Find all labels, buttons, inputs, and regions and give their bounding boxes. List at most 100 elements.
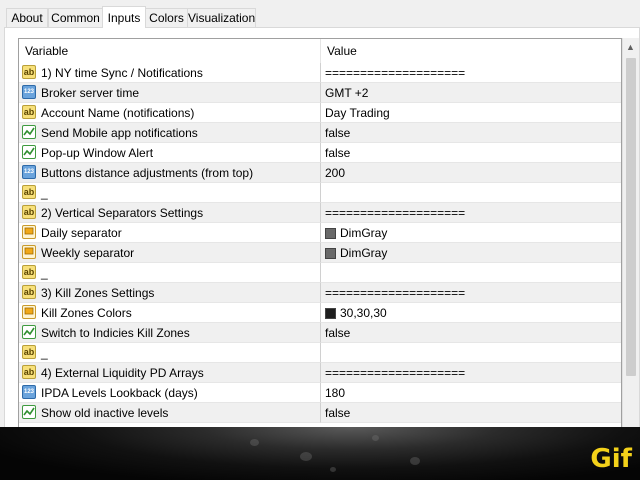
value-cell[interactable]: 180: [321, 383, 621, 403]
variable-cell[interactable]: Pop-up Window Alert: [19, 143, 321, 163]
value-cell[interactable]: ====================: [321, 363, 621, 383]
value-text: 30,30,30: [340, 306, 387, 320]
string-type-icon: ab: [22, 65, 36, 79]
table-row[interactable]: Kill Zones Colors 30,30,30: [19, 303, 621, 323]
table-row[interactable]: 123 Broker server time GMT +2: [19, 83, 621, 103]
header-variable[interactable]: Variable: [19, 39, 321, 63]
grid-header: Variable Value: [19, 39, 621, 63]
variable-cell[interactable]: Switch to Indicies Kill Zones: [19, 323, 321, 343]
value-cell[interactable]: [321, 263, 621, 283]
variable-label: Switch to Indicies Kill Zones: [41, 326, 190, 340]
value-cell[interactable]: 30,30,30: [321, 303, 621, 323]
number-type-icon: 123: [22, 85, 36, 99]
crater: [372, 435, 379, 441]
table-row[interactable]: Pop-up Window Alert false: [19, 143, 621, 163]
value-cell[interactable]: GMT +2: [321, 83, 621, 103]
crater: [300, 452, 312, 461]
table-row[interactable]: ab _: [19, 183, 621, 203]
vertical-scrollbar[interactable]: ▲: [622, 38, 639, 430]
value-cell[interactable]: DimGray: [321, 223, 621, 243]
value-cell[interactable]: false: [321, 143, 621, 163]
table-row[interactable]: ab 3) Kill Zones Settings ================…: [19, 283, 621, 303]
string-type-icon: ab: [22, 285, 36, 299]
tab-colors[interactable]: Colors: [145, 8, 188, 27]
variable-cell[interactable]: ab 3) Kill Zones Settings: [19, 283, 321, 303]
value-cell[interactable]: ====================: [321, 63, 621, 83]
table-row[interactable]: Send Mobile app notifications false: [19, 123, 621, 143]
value-text: 180: [325, 386, 346, 400]
scrollbar-thumb[interactable]: [626, 58, 636, 376]
tab-about[interactable]: About: [6, 8, 48, 27]
variable-label: Broker server time: [41, 86, 140, 100]
number-type-icon: 123: [22, 385, 36, 399]
variable-cell[interactable]: 123 Buttons distance adjustments (from to…: [19, 163, 321, 183]
table-row[interactable]: ab _: [19, 343, 621, 363]
variable-cell[interactable]: ab _: [19, 263, 321, 283]
variable-cell[interactable]: 123 IPDA Levels Lookback (days): [19, 383, 321, 403]
boolean-type-icon: [22, 325, 36, 339]
variable-label: _: [41, 346, 48, 360]
color-type-icon: [22, 225, 36, 239]
variable-cell[interactable]: ab _: [19, 343, 321, 363]
table-row[interactable]: Switch to Indicies Kill Zones false: [19, 323, 621, 343]
inputs-grid: Variable Value ab 1) NY time Sync / Notif…: [18, 38, 622, 430]
variable-label: Weekly separator: [41, 246, 135, 260]
variable-label: 2) Vertical Separators Settings: [41, 206, 204, 220]
table-row[interactable]: ab _: [19, 263, 621, 283]
value-text: ====================: [325, 286, 466, 300]
variable-cell[interactable]: Daily separator: [19, 223, 321, 243]
tab-inputs[interactable]: Inputs: [102, 6, 146, 28]
table-row[interactable]: Weekly separator DimGray: [19, 243, 621, 263]
table-row[interactable]: Daily separator DimGray: [19, 223, 621, 243]
value-cell[interactable]: DimGray: [321, 243, 621, 263]
variable-cell[interactable]: Show old inactive levels: [19, 403, 321, 423]
table-row[interactable]: ab Account Name (notifications) Day Tradin…: [19, 103, 621, 123]
value-cell[interactable]: ====================: [321, 283, 621, 303]
string-type-icon: ab: [22, 205, 36, 219]
variable-cell[interactable]: ab _: [19, 183, 321, 203]
variable-label: Daily separator: [41, 226, 122, 240]
variable-label: _: [41, 266, 48, 280]
scroll-up-arrow-icon[interactable]: ▲: [626, 42, 635, 52]
variable-cell[interactable]: 123 Broker server time: [19, 83, 321, 103]
value-text: false: [325, 406, 351, 420]
tab-common[interactable]: Common: [48, 8, 103, 27]
string-type-icon: ab: [22, 265, 36, 279]
variable-cell[interactable]: Weekly separator: [19, 243, 321, 263]
variable-label: Buttons distance adjustments (from top): [41, 166, 254, 180]
table-row[interactable]: Show old inactive levels false: [19, 403, 621, 423]
table-row[interactable]: ab 4) External Liquidity PD Arrays =======…: [19, 363, 621, 383]
color-type-icon: [22, 305, 36, 319]
value-text: ====================: [325, 66, 466, 80]
variable-label: _: [41, 186, 48, 200]
variable-label: Pop-up Window Alert: [41, 146, 154, 160]
value-cell[interactable]: ====================: [321, 203, 621, 223]
variable-cell[interactable]: ab 1) NY time Sync / Notifications: [19, 63, 321, 83]
variable-cell[interactable]: ab 4) External Liquidity PD Arrays: [19, 363, 321, 383]
crater: [250, 439, 259, 446]
variable-cell[interactable]: ab Account Name (notifications): [19, 103, 321, 123]
value-cell[interactable]: [321, 343, 621, 363]
value-cell[interactable]: false: [321, 123, 621, 143]
variable-cell[interactable]: Kill Zones Colors: [19, 303, 321, 323]
color-type-icon: [22, 245, 36, 259]
value-cell[interactable]: false: [321, 323, 621, 343]
value-cell[interactable]: Day Trading: [321, 103, 621, 123]
tab-visualization[interactable]: Visualization: [187, 8, 256, 27]
value-cell[interactable]: false: [321, 403, 621, 423]
value-text: false: [325, 146, 351, 160]
table-row[interactable]: 123 IPDA Levels Lookback (days) 180: [19, 383, 621, 403]
table-row[interactable]: 123 Buttons distance adjustments (from to…: [19, 163, 621, 183]
table-row[interactable]: ab 1) NY time Sync / Notifications =======…: [19, 63, 621, 83]
value-cell[interactable]: 200: [321, 163, 621, 183]
table-row[interactable]: ab 2) Vertical Separators Settings =======…: [19, 203, 621, 223]
header-value[interactable]: Value: [321, 39, 621, 63]
string-type-icon: ab: [22, 345, 36, 359]
value-cell[interactable]: [321, 183, 621, 203]
variable-cell[interactable]: ab 2) Vertical Separators Settings: [19, 203, 321, 223]
boolean-type-icon: [22, 405, 36, 419]
value-text: GMT +2: [325, 86, 369, 100]
variable-cell[interactable]: Send Mobile app notifications: [19, 123, 321, 143]
value-text: false: [325, 326, 351, 340]
value-text: ====================: [325, 366, 466, 380]
